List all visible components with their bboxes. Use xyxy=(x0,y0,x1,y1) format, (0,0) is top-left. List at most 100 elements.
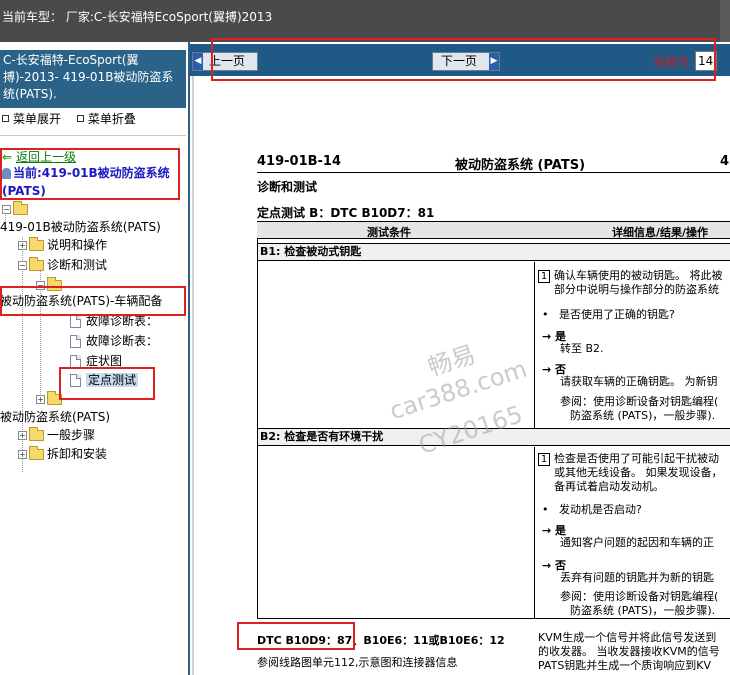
tree-item-root2[interactable]: 被动防盗系统(PATS) xyxy=(0,408,110,426)
tree-item-vehicle-config[interactable]: 被动防盗系统(PATS)-车辆配备 xyxy=(0,292,162,310)
tree-item-instructions[interactable]: + 说明和操作 xyxy=(18,236,107,254)
divider xyxy=(0,135,186,136)
tree-item-general[interactable]: + 一般步骤 xyxy=(18,426,95,444)
section-title: 诊断和测试 xyxy=(257,180,318,194)
expand-icon[interactable]: + xyxy=(18,241,27,250)
b1-yes-action: 转至 B2. xyxy=(560,342,604,355)
window-title: 当前车型： 厂家:C-长安福特EcoSport(翼搏)2013 xyxy=(2,10,273,24)
menu-expand-label: 菜单展开 xyxy=(13,112,62,126)
current-location-label: 当前:419-01B被动防盗系统(PATS) xyxy=(2,166,170,198)
b2-question-text: 发动机是否启动? xyxy=(558,503,642,516)
b1-line2: 部分中说明与操作部分的防盗系统 xyxy=(554,283,719,296)
window-titlebar: 当前车型： 厂家:C-长安福特EcoSport(翼搏)2013 xyxy=(0,0,730,42)
folder-icon xyxy=(29,427,44,441)
collapse-icon[interactable]: − xyxy=(36,281,45,290)
folder-icon xyxy=(29,446,44,460)
menu-collapse-label: 菜单折叠 xyxy=(87,112,136,126)
document-icon xyxy=(70,374,81,387)
tree-item-collapsed[interactable]: + xyxy=(36,390,65,408)
back-link-label: 返回上一级 xyxy=(16,150,77,164)
tree-label: 一般步骤 xyxy=(47,428,96,442)
sidebar: C-长安福特-EcoSport(翼搏)-2013- 419-01B被动防盗系统(… xyxy=(0,42,190,675)
titlebar-edge xyxy=(720,0,730,42)
collapse-icon[interactable]: − xyxy=(2,205,11,214)
b2-line1: 检查是否使用了可能引起干扰被动 xyxy=(554,452,719,465)
tree-leaf-symptom[interactable]: 症状图 xyxy=(70,352,122,370)
table-border-bottom xyxy=(257,618,730,619)
back-arrow-icon: ⇐ xyxy=(2,150,13,164)
table-header: 测试条件 详细信息/结果/操作 xyxy=(257,221,730,239)
menu-bar: 菜单展开 菜单折叠 xyxy=(0,110,186,130)
square-icon xyxy=(2,115,9,122)
tree-item-root[interactable]: − xyxy=(2,200,31,218)
expand-icon[interactable]: + xyxy=(18,431,27,440)
prev-page-label: 上一页 xyxy=(209,54,246,68)
bottom-ref: 参阅线路图单元112,示意图和连接器信息 xyxy=(257,656,458,669)
b2-line3: 备再试着启动发动机。 xyxy=(554,480,664,493)
b2-line2: 或其他无线设备。 如果发现设备， xyxy=(554,466,723,479)
tree-label: 419-01B被动防盗系统(PATS) xyxy=(0,220,161,234)
expand-icon[interactable]: + xyxy=(36,395,45,404)
tree-item-root-label[interactable]: 419-01B被动防盗系统(PATS) xyxy=(0,218,161,236)
tree-label: 症状图 xyxy=(86,354,123,368)
test-title: 定点测试 B：DTC B10D7：81 xyxy=(257,206,435,220)
page-nav-bar: ◀ 上一页 下一页 ▶ 当前为 14 xyxy=(190,44,730,76)
square-icon xyxy=(76,115,84,122)
page-right-code: 41 xyxy=(720,154,730,169)
b2-question: • 发动机是否启动? xyxy=(542,503,642,516)
tree-leaf-fault1[interactable]: 故障诊断表： xyxy=(70,312,158,330)
tree-label: 故障诊断表： xyxy=(86,334,159,348)
tree-label: 诊断和测试 xyxy=(47,258,108,272)
document-viewer[interactable]: 419-01B-14 被动防盗系统 (PATS) 41 诊断和测试 定点测试 B… xyxy=(192,76,730,675)
current-location: 当前:419-01B被动防盗系统(PATS) xyxy=(2,164,180,200)
b1-question: • 是否使用了正确的钥匙? xyxy=(542,308,675,321)
col-detail: 详细信息/结果/操作 xyxy=(612,226,709,239)
page-number-input[interactable]: 14 xyxy=(695,51,717,71)
b2-ref2: 防盗系统 (PATS)，一般步骤). xyxy=(570,604,716,617)
b1-ref2: 防盗系统 (PATS)，一般步骤). xyxy=(570,409,716,422)
table-border-left xyxy=(257,428,258,618)
person-icon xyxy=(2,168,11,179)
left-arrow-icon: ◀ xyxy=(193,53,203,70)
page-title: 被动防盗系统 (PATS) xyxy=(455,158,586,173)
step-number: 1 xyxy=(538,269,550,283)
b1-question-text: 是否使用了正确的钥匙? xyxy=(558,308,675,321)
b2-ref1: 参阅：使用诊断设备对钥匙编程( xyxy=(560,590,719,603)
bottom-line3: PATS钥匙并生成一个质询响应到KV xyxy=(538,659,712,672)
col-condition: 测试条件 xyxy=(367,226,411,239)
tree-label: 拆卸和安装 xyxy=(47,447,108,461)
table-column-divider xyxy=(534,262,535,429)
bottom-dtc: DTC B10D9：87、B10E6：11或B10E6：12 xyxy=(257,634,505,647)
b2-step: 1 检查是否使用了可能引起干扰被动 xyxy=(538,452,719,466)
tree-label: 被动防盗系统(PATS)-车辆配备 xyxy=(0,294,163,308)
prev-page-button[interactable]: ◀ 上一页 xyxy=(192,52,258,71)
tree-leaf-pinpoint[interactable]: 定点测试 xyxy=(70,371,139,389)
tree-label-selected: 定点测试 xyxy=(86,373,139,387)
folder-icon xyxy=(47,391,62,405)
folder-open-icon xyxy=(13,201,28,215)
document-icon xyxy=(70,355,81,368)
menu-collapse-button[interactable]: 菜单折叠 xyxy=(75,110,136,127)
bottom-line1: KVM生成一个信号并将此信号发送到 xyxy=(538,631,717,644)
document-icon xyxy=(70,315,81,328)
tree-label: 说明和操作 xyxy=(47,238,108,252)
tree-item-removal[interactable]: + 拆卸和安装 xyxy=(18,445,107,463)
b1-line1: 确认车辆使用的被动钥匙。 将此被 xyxy=(554,269,723,282)
back-link[interactable]: ⇐ 返回上一级 xyxy=(2,148,76,165)
b1-title: B1: 检查被动式钥匙 xyxy=(257,243,730,261)
bottom-description: KVM生成一个信号并将此信号发送到 的收发器。 当收发器接收KVM的信号 PAT… xyxy=(538,631,720,673)
tree-label: 被动防盗系统(PATS) xyxy=(0,410,111,424)
right-arrow-icon: ▶ xyxy=(489,53,499,70)
next-page-button[interactable]: 下一页 ▶ xyxy=(432,52,500,71)
collapse-icon[interactable]: − xyxy=(18,261,27,270)
step-number: 1 xyxy=(538,452,550,466)
document-icon xyxy=(70,335,81,348)
b2-no-action: 丢弃有问题的钥匙并为新的钥匙 xyxy=(560,571,714,584)
current-page-label: 当前为 xyxy=(653,55,690,69)
tree-item-diagnosis[interactable]: − 诊断和测试 xyxy=(18,256,107,274)
tree-leaf-fault2[interactable]: 故障诊断表： xyxy=(70,332,158,350)
b1-ref1: 参阅：使用诊断设备对钥匙编程( xyxy=(560,395,719,408)
menu-expand-button[interactable]: 菜单展开 xyxy=(0,110,61,127)
expand-icon[interactable]: + xyxy=(18,450,27,459)
next-page-label: 下一页 xyxy=(441,54,478,68)
